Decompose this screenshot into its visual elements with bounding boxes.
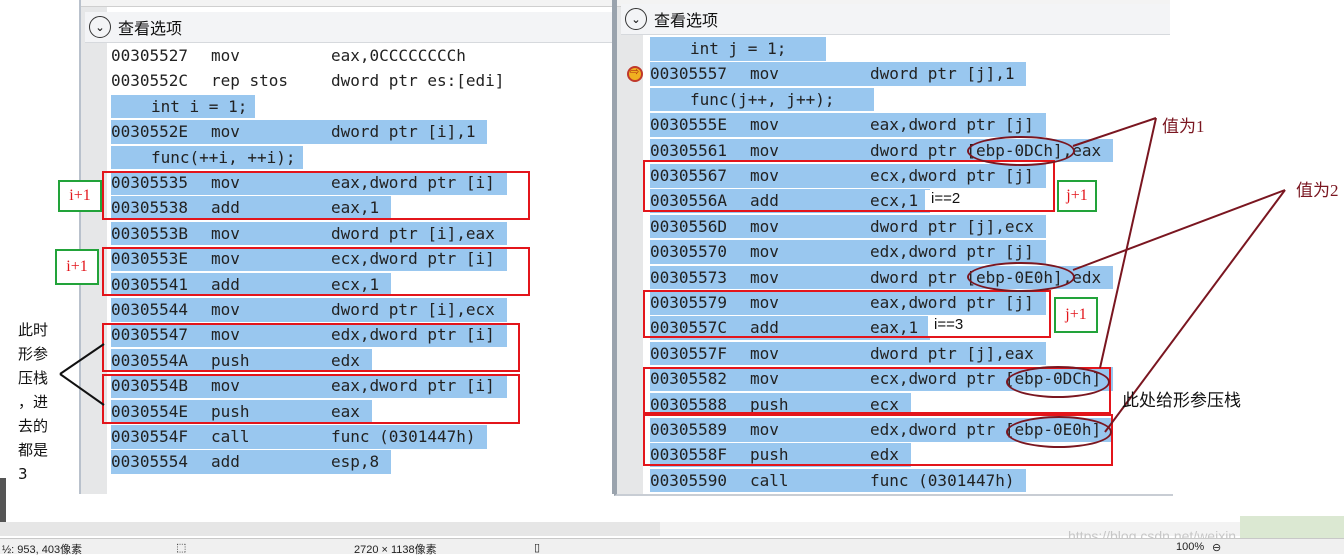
push-params-note: 此处给形参压栈 [1122,391,1241,410]
annotation-arrows [59,117,1286,433]
zoom-level: 100% [1176,541,1205,553]
status-bar: ½: 953, 403像素 ⬚ 2720 × 1138像素 ▯ 100% ⊖ [0,538,1344,556]
horizontal-scrollbar-thumb[interactable] [0,522,660,536]
image-size: 2720 × 1138像素 [354,544,437,556]
save-icon: ▯ [534,542,541,554]
selection-icon: ⬚ [176,542,187,554]
value-1-note: 值为1 [1162,117,1205,136]
cursor-coords: ½: 953, 403像素 [2,544,83,556]
zoom-out-button[interactable]: ⊖ [1212,541,1221,554]
value-2-note: 值为2 [1296,181,1339,200]
